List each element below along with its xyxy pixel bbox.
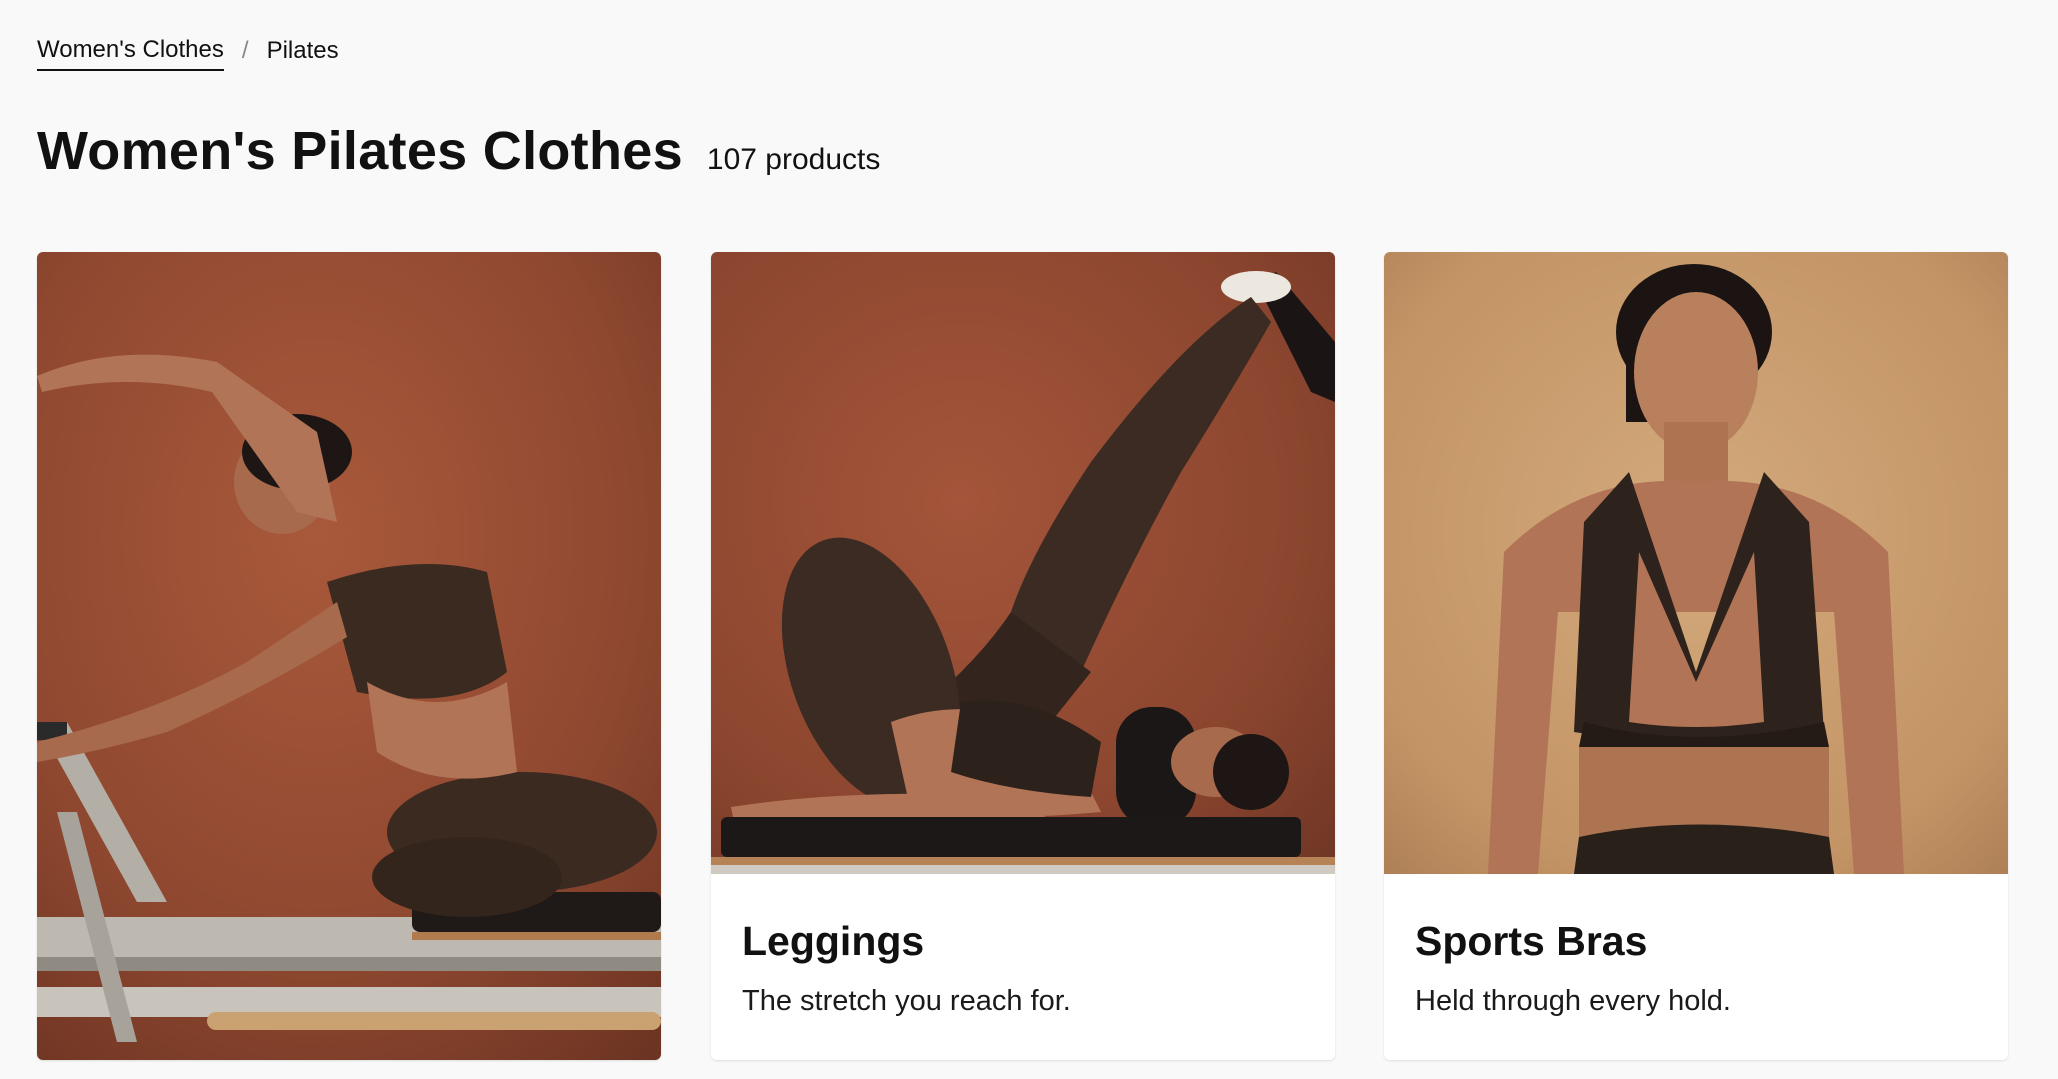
breadcrumb-separator: / <box>241 37 249 64</box>
breadcrumb: Women's Clothes / Pilates <box>37 36 339 71</box>
page-title: Women's Pilates Clothes <box>37 121 683 181</box>
category-card-leggings[interactable]: Leggings The stretch you reach for. <box>711 252 1335 1060</box>
category-card-sports-bras[interactable]: Sports Bras Held through every hold. <box>1384 252 2008 1060</box>
card-tagline: Held through every hold. <box>1415 985 1731 1017</box>
breadcrumb-womens-clothes-link[interactable]: Women's Clothes <box>37 36 224 71</box>
card-heading: Leggings <box>742 918 925 964</box>
product-count: 107 products <box>706 143 881 176</box>
card-tagline: The stretch you reach for. <box>742 985 1071 1017</box>
woman-side-stretch-on-reformer-photo <box>37 252 661 1060</box>
card-body: Sports Bras Held through every hold. <box>1384 874 2008 1060</box>
page: Women's Clothes / Pilates Women's Pilate… <box>0 0 2058 1079</box>
woman-leg-raise-on-reformer-photo <box>711 252 1335 874</box>
card-body: Leggings The stretch you reach for. <box>711 874 1335 1060</box>
card-heading: Sports Bras <box>1415 918 1648 964</box>
category-card-pilates-feature[interactable] <box>37 252 661 1060</box>
woman-in-sports-bra-portrait-photo <box>1384 252 2008 874</box>
title-row: Women's Pilates Clothes 107 products <box>37 120 880 182</box>
breadcrumb-current-pilates: Pilates <box>266 37 339 64</box>
